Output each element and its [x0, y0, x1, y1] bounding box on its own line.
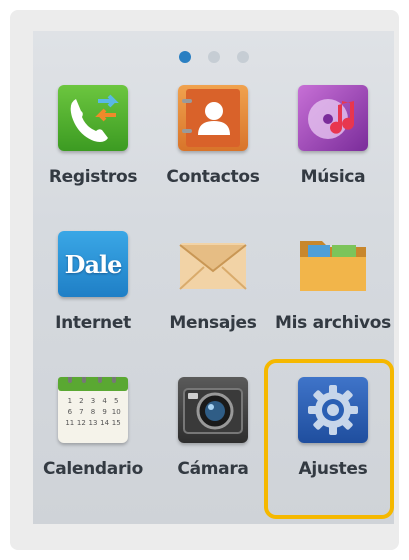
app-label: Contactos: [166, 167, 260, 187]
app-label: Mensajes: [169, 313, 257, 333]
gear-icon: [298, 377, 368, 443]
music-icon: [298, 85, 368, 151]
calendar-day: 9: [102, 408, 107, 416]
calendar-day: 14: [100, 419, 110, 427]
app-label: Calendario: [43, 459, 143, 479]
app-contactos[interactable]: Contactos: [153, 77, 273, 217]
contacts-icon: [178, 85, 248, 151]
dale-browser-icon: Dale: [58, 231, 128, 297]
calendar-day: 13: [88, 419, 98, 427]
calendar-icon: 1 2 3 4 5 6 7 8 9 10 11 12 13 14 15: [58, 377, 128, 443]
calendar-day: 1: [67, 397, 73, 405]
app-ajustes[interactable]: Ajustes: [273, 369, 393, 509]
app-calendario[interactable]: 1 2 3 4 5 6 7 8 9 10 11 12 13 14 15 Cale…: [33, 369, 153, 509]
camera-icon: [178, 377, 248, 443]
app-label: Música: [300, 167, 366, 187]
calendar-day: 5: [113, 397, 119, 405]
home-screen: Registros Contactos Música Dale Internet…: [33, 31, 394, 524]
page-dot-3[interactable]: [236, 51, 249, 63]
calendar-days: 1 2 3 4 5 6 7 8 9 10 11 12 13 14 15: [64, 397, 122, 427]
app-label: Internet: [55, 313, 131, 333]
app-internet[interactable]: Dale Internet: [33, 223, 153, 363]
calendar-day: 6: [67, 408, 73, 416]
app-camara[interactable]: Cámara: [153, 369, 273, 509]
envelope-icon: [178, 231, 248, 297]
calendar-day: 12: [76, 419, 86, 427]
dale-logo-text: Dale: [64, 249, 123, 279]
calendar-day: 7: [79, 408, 84, 416]
app-musica[interactable]: Música: [273, 77, 393, 217]
call-log-icon: [58, 85, 128, 151]
app-label: Mis archivos: [275, 313, 391, 333]
app-mis-archivos[interactable]: Mis archivos: [273, 223, 393, 363]
folder-icon: [298, 231, 368, 297]
calendar-day: 4: [102, 397, 107, 405]
page-dot-2[interactable]: [207, 51, 220, 63]
app-label: Cámara: [177, 459, 249, 479]
calendar-day: 3: [90, 397, 96, 405]
calendar-day: 8: [90, 408, 96, 416]
calendar-day: 10: [111, 408, 121, 416]
calendar-day: 2: [79, 397, 84, 405]
app-registros[interactable]: Registros: [33, 77, 153, 217]
page-indicator: [33, 51, 394, 63]
calendar-day: 11: [65, 419, 75, 427]
page-dot-1[interactable]: [178, 51, 191, 63]
app-mensajes[interactable]: Mensajes: [153, 223, 273, 363]
app-label: Ajustes: [298, 459, 368, 479]
calendar-day: 15: [111, 419, 121, 427]
app-label: Registros: [48, 167, 138, 187]
